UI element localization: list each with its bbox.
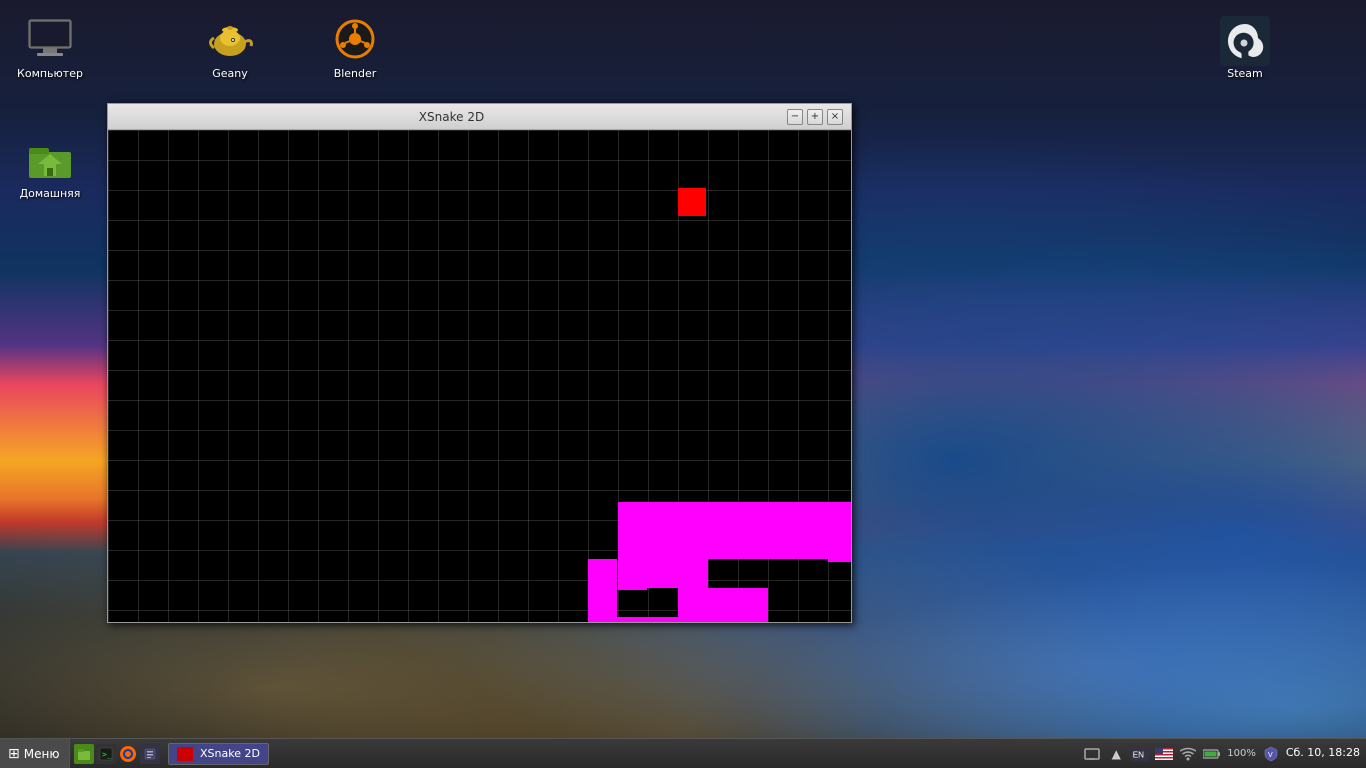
window-close-button[interactable]: × bbox=[827, 109, 843, 125]
snake-segment bbox=[618, 530, 851, 559]
steam-icon-image bbox=[1219, 15, 1271, 67]
battery-percent: 100% bbox=[1227, 748, 1256, 759]
taskbar-extra-icon[interactable] bbox=[140, 744, 160, 764]
menu-label: Меню bbox=[24, 747, 60, 761]
tray-keyboard-icon[interactable]: EN bbox=[1131, 745, 1149, 763]
taskbar-terminal-icon[interactable]: >_ bbox=[96, 744, 116, 764]
window-maximize-button[interactable]: + bbox=[807, 109, 823, 125]
taskbar-right: ▲ EN bbox=[1077, 739, 1366, 768]
window-minimize-button[interactable]: − bbox=[787, 109, 803, 125]
geany-icon-label: Geany bbox=[212, 67, 248, 80]
desktop-icon-blender[interactable]: Blender bbox=[310, 10, 400, 85]
window-controls: − + × bbox=[787, 109, 843, 125]
tray-flag-icon[interactable] bbox=[1155, 745, 1173, 763]
svg-text:EN: EN bbox=[1133, 750, 1144, 759]
taskbar: ⊞ Меню >_ bbox=[0, 738, 1366, 768]
snake-segment bbox=[618, 502, 851, 531]
taskbar-clock[interactable]: Сб. 10, 18:28 bbox=[1286, 746, 1360, 760]
xsnake-window: XSnake 2D − + × bbox=[107, 103, 852, 623]
svg-text:>_: >_ bbox=[102, 750, 112, 759]
computer-icon-label: Компьютер bbox=[17, 67, 83, 80]
blender-icon-image bbox=[331, 15, 379, 63]
window-titlebar[interactable]: XSnake 2D − + × bbox=[108, 104, 851, 130]
home-icon-label: Домашняя bbox=[20, 187, 81, 200]
tray-display-icon[interactable] bbox=[1083, 745, 1101, 763]
game-canvas[interactable] bbox=[108, 130, 851, 622]
taskbar-browser-icon[interactable] bbox=[118, 744, 138, 764]
desktop-icons-area: Компьютер Домашняя bbox=[0, 0, 120, 215]
taskbar-xsnake-button[interactable]: XSnake 2D bbox=[168, 743, 269, 765]
clock-datetime: Сб. 10, 18:28 bbox=[1286, 746, 1360, 759]
taskbar-filemanager-icon[interactable] bbox=[74, 744, 94, 764]
tray-wifi-icon[interactable] bbox=[1179, 745, 1197, 763]
snake-segment bbox=[588, 559, 617, 622]
steam-icon-label: Steam bbox=[1227, 67, 1263, 80]
computer-icon-image bbox=[26, 15, 74, 63]
menu-icon: ⊞ bbox=[8, 746, 20, 762]
xsnake-task-label: XSnake 2D bbox=[200, 747, 260, 760]
tray-vpn-icon[interactable]: V bbox=[1262, 745, 1280, 763]
desktop-icon-geany[interactable]: Geany bbox=[185, 10, 275, 85]
svg-text:V: V bbox=[1268, 752, 1273, 759]
desktop-icon-computer[interactable]: Компьютер bbox=[5, 10, 95, 85]
window-title: XSnake 2D bbox=[116, 110, 787, 124]
top-desktop-icons: Geany Blender bbox=[180, 10, 400, 85]
xsnake-task-icon bbox=[177, 747, 193, 761]
home-icon-image bbox=[26, 135, 74, 183]
desktop-icon-steam[interactable]: Steam bbox=[1214, 10, 1276, 85]
geany-icon-image bbox=[206, 15, 254, 63]
blender-icon-label: Blender bbox=[334, 67, 377, 80]
desktop-icon-home[interactable]: Домашняя bbox=[5, 130, 95, 205]
tray-battery-icon[interactable] bbox=[1203, 745, 1221, 763]
quicklaunch-area: >_ bbox=[70, 744, 164, 764]
food-item bbox=[678, 188, 706, 216]
taskbar-menu-button[interactable]: ⊞ Меню bbox=[0, 739, 70, 768]
taskbar-apps-area: XSnake 2D bbox=[164, 739, 273, 768]
tray-notifications-icon[interactable]: ▲ bbox=[1107, 745, 1125, 763]
